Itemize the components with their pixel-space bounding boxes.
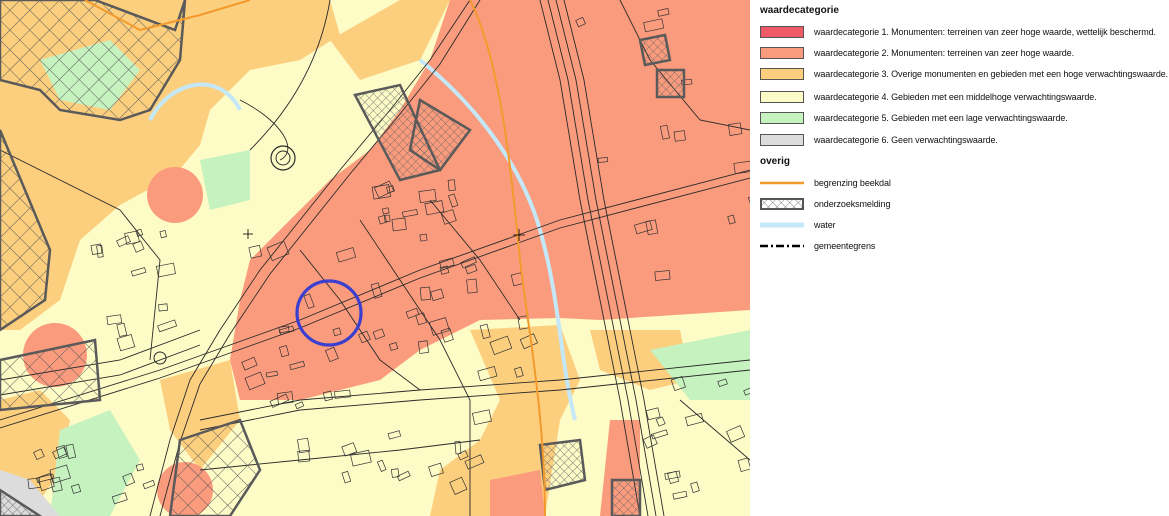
water-line-icon <box>760 219 804 231</box>
legend-item-label: begrenzing beekdal <box>814 178 891 188</box>
legend-item-category-4: waardecategorie 4. Gebieden met een midd… <box>760 89 1097 105</box>
legend-item-category-5: waardecategorie 5. Gebieden met een lage… <box>760 110 1068 126</box>
legend-item-label: waardecategorie 2. Monumenten: terreinen… <box>814 48 1074 58</box>
map-viewer: waardecategorie waardecategorie 1. Monum… <box>0 0 1169 516</box>
color-swatch <box>760 91 804 103</box>
legend-item-label: waardecategorie 6. Geen verwachtingswaar… <box>814 135 998 145</box>
crosshatch-icon <box>760 198 804 210</box>
color-swatch <box>760 47 804 59</box>
color-swatch <box>760 26 804 38</box>
legend-item-gemeentegrens: gemeentegrens <box>760 238 875 254</box>
legend-item-label: waardecategorie 5. Gebieden met een lage… <box>814 113 1068 123</box>
legend-item-label: waardecategorie 3. Overige monumenten en… <box>814 69 1169 79</box>
legend-panel: waardecategorie waardecategorie 1. Monum… <box>752 0 1169 516</box>
color-swatch <box>760 112 804 124</box>
color-swatch <box>760 134 804 146</box>
legend-item-label: waardecategorie 1. Monumenten: terreinen… <box>814 27 1156 37</box>
map-canvas[interactable] <box>0 0 750 516</box>
color-swatch <box>760 68 804 80</box>
legend-item-category-6: waardecategorie 6. Geen verwachtingswaar… <box>760 132 998 148</box>
legend-item-onderzoeksmelding: onderzoeksmelding <box>760 196 890 212</box>
legend-item-category-2: waardecategorie 2. Monumenten: terreinen… <box>760 45 1074 61</box>
legend-item-water: water <box>760 217 836 233</box>
legend-item-beekdal: begrenzing beekdal <box>760 175 891 191</box>
legend-title-category: waardecategorie <box>760 5 839 16</box>
legend-title-other: overig <box>760 156 791 167</box>
legend-item-category-1: waardecategorie 1. Monumenten: terreinen… <box>760 24 1156 40</box>
legend-item-label: waardecategorie 4. Gebieden met een midd… <box>814 92 1097 102</box>
dash-dot-line-icon <box>760 240 804 252</box>
legend-item-label: water <box>814 220 836 230</box>
legend-item-label: gemeentegrens <box>814 241 876 251</box>
legend-item-label: onderzoeksmelding <box>814 199 891 209</box>
legend-item-category-3: waardecategorie 3. Overige monumenten en… <box>760 66 1168 82</box>
orange-line-icon <box>760 177 804 189</box>
